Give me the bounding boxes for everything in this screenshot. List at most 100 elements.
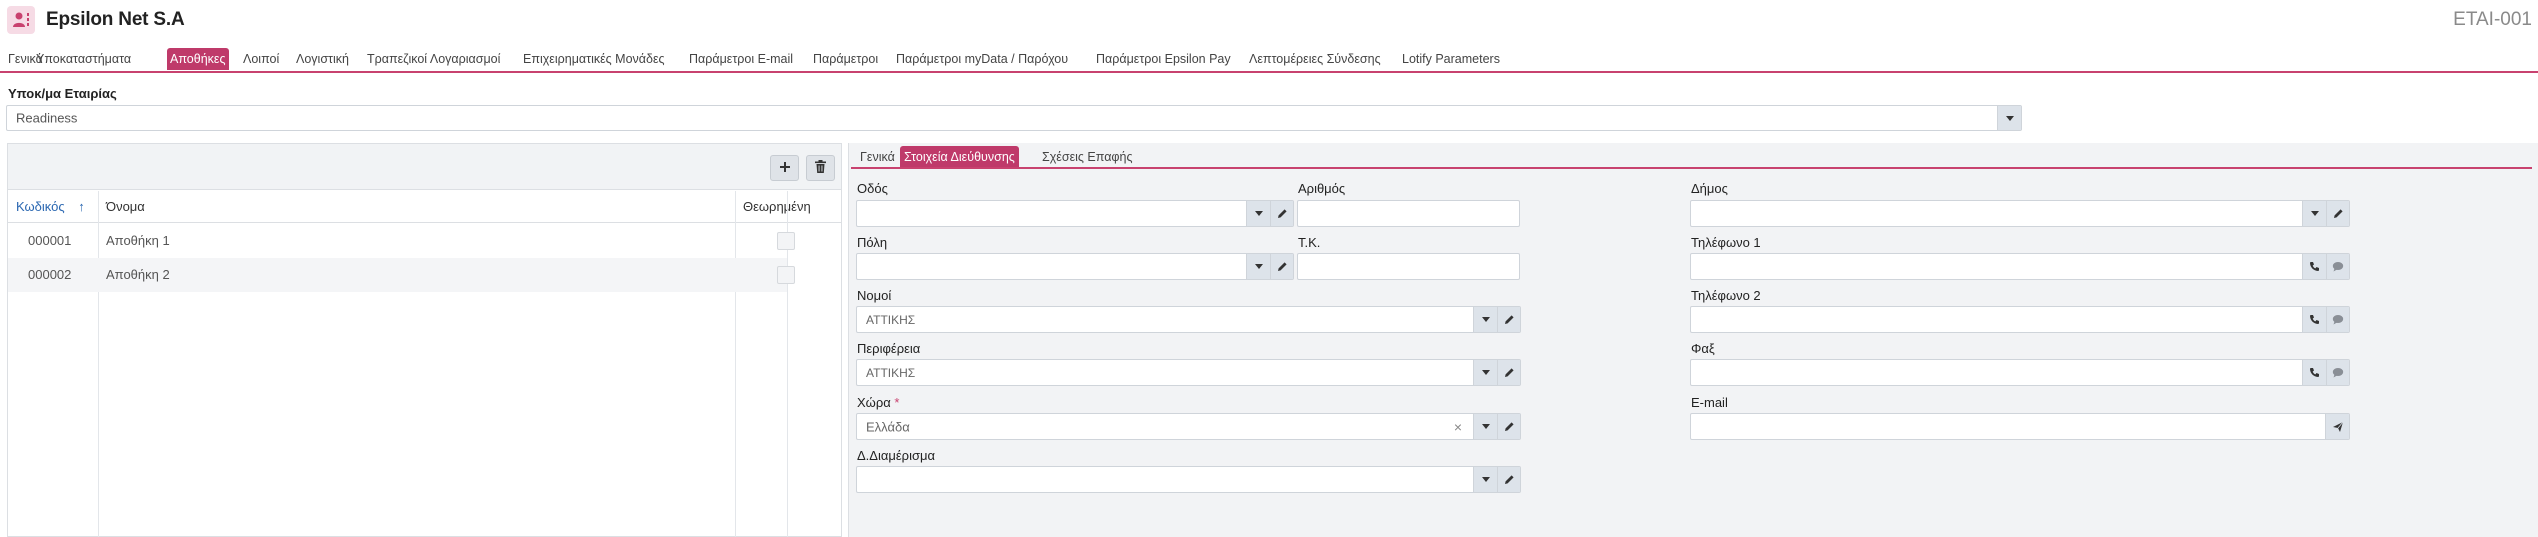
country-buttons [1473,414,1520,439]
prefecture-buttons [1473,307,1520,332]
postal-code-field[interactable] [1297,253,1520,280]
grid-header: Κωδικός ↑ Όνομα Θεωρημένη [8,191,841,223]
pencil-icon[interactable] [1270,254,1293,279]
district-buttons [1473,467,1520,492]
number-label: Αριθμός [1298,181,1346,196]
certified-checkbox[interactable] [777,232,795,250]
tab-other[interactable]: Λοιποί [240,48,282,70]
tab-email-params[interactable]: Παράμετροι E-mail [686,48,796,70]
region-field[interactable]: ΑΤΤΙΚΗΣ [856,359,1521,386]
municipality-label: Δήμος [1691,181,1728,196]
column-header-code[interactable]: Κωδικός ↑ [16,191,96,223]
chevron-down-icon[interactable] [1474,467,1497,492]
company-field-label: Υποκ/μα Εταιρίας [8,86,117,101]
street-field[interactable] [856,200,1294,227]
column-header-certified[interactable]: Θεωρημένη [743,191,811,223]
certified-checkbox[interactable] [777,266,795,284]
subtab-general[interactable]: Γενικά [856,146,899,168]
number-field[interactable] [1297,200,1520,227]
subtab-address[interactable]: Στοιχεία Διεύθυνσης [900,146,1019,168]
region-label: Περιφέρεια [857,341,921,356]
fax-buttons [2302,360,2349,385]
phone2-field[interactable] [1690,306,2350,333]
phone2-buttons [2302,307,2349,332]
pencil-icon[interactable] [1497,307,1520,332]
street-label: Οδός [857,181,888,196]
pencil-icon[interactable] [1497,414,1520,439]
main-tab-bar: Γενικά Υποκαταστήματα Αποθήκες Λοιποί Λο… [0,48,2538,72]
phone-icon[interactable] [2303,254,2326,279]
pencil-icon[interactable] [2326,201,2349,226]
chat-icon[interactable] [2326,307,2349,332]
phone2-label: Τηλέφωνο 2 [1691,288,1761,303]
pencil-icon[interactable] [1497,360,1520,385]
phone1-buttons [2302,254,2349,279]
tab-connection-details[interactable]: Λεπτομέρειες Σύνδεσης [1246,48,1384,70]
tab-epsilon-pay-params[interactable]: Παράμετροι Epsilon Pay [1093,48,1234,70]
fax-field[interactable] [1690,359,2350,386]
municipality-field[interactable] [1690,200,2350,227]
column-header-name[interactable]: Όνομα [106,191,145,223]
table-row[interactable]: 000001 Αποθήκη 1 [8,224,795,258]
page-title: Epsilon Net S.A [46,9,185,30]
add-button[interactable] [770,155,799,181]
cell-name: Αποθήκη 2 [106,267,170,282]
subtab-contacts[interactable]: Σχέσεις Επαφής [1038,146,1137,168]
company-select[interactable]: Readiness [6,105,2022,131]
table-row[interactable]: 000002 Αποθήκη 2 [8,258,795,292]
email-field[interactable] [1690,413,2350,440]
warehouse-grid-panel: Κωδικός ↑ Όνομα Θεωρημένη 000001 Αποθήκη… [7,143,842,537]
pencil-icon[interactable] [1497,467,1520,492]
pencil-icon[interactable] [1270,201,1293,226]
chat-icon[interactable] [2326,254,2349,279]
tab-business-units[interactable]: Επιχειρηματικές Μονάδες [520,48,668,70]
tab-lotify-params[interactable]: Lotify Parameters [1399,48,1503,70]
city-label: Πόλη [857,235,888,250]
district-field[interactable] [856,466,1521,493]
clear-icon[interactable]: × [1454,419,1462,435]
form-code: ETAI-001 [2453,9,2532,30]
tab-parameters[interactable]: Παράμετροι [810,48,881,70]
chevron-down-icon[interactable] [1474,414,1497,439]
country-field[interactable]: Ελλάδα × [856,413,1521,440]
region-value: ΑΤΤΙΚΗΣ [866,365,916,380]
cell-code: 000001 [28,233,72,248]
city-field[interactable] [856,253,1294,280]
prefecture-value: ΑΤΤΙΚΗΣ [866,312,916,327]
chevron-down-icon[interactable] [1997,106,2021,130]
email-label: E-mail [1691,395,1728,410]
cell-name: Αποθήκη 1 [106,233,170,248]
company-select-value: Readiness [16,110,78,126]
chevron-down-icon[interactable] [1247,254,1270,279]
city-buttons [1246,254,1293,279]
tab-accounting[interactable]: Λογιστική [293,48,352,70]
chevron-down-icon[interactable] [1474,360,1497,385]
phone1-field[interactable] [1690,253,2350,280]
tab-mydata-params[interactable]: Παράμετροι myData / Παρόχου [893,48,1071,70]
chevron-down-icon[interactable] [2303,201,2326,226]
required-mark: * [894,395,900,410]
chevron-down-icon[interactable] [1247,201,1270,226]
fax-label: Φαξ [1691,341,1715,356]
district-label: Δ.Διαμέρισμα [857,448,935,463]
tab-warehouses[interactable]: Αποθήκες [167,48,229,70]
tab-underline [0,71,2538,73]
chevron-down-icon[interactable] [1474,307,1497,332]
chat-icon[interactable] [2326,360,2349,385]
phone1-label: Τηλέφωνο 1 [1691,235,1761,250]
send-icon[interactable] [2326,414,2349,439]
country-value: Ελλάδα [866,419,910,434]
subtab-underline [851,167,2532,169]
street-buttons [1246,201,1293,226]
phone-icon[interactable] [2303,360,2326,385]
trash-icon [815,160,826,176]
prefecture-field[interactable]: ΑΤΤΙΚΗΣ [856,306,1521,333]
sort-asc-icon: ↑ [78,199,85,214]
region-buttons [1473,360,1520,385]
delete-button[interactable] [806,155,835,181]
country-label: Χώρα * [857,395,900,410]
tab-branches[interactable]: Υποκαταστήματα [33,48,134,70]
cell-code: 000002 [28,267,72,282]
phone-icon[interactable] [2303,307,2326,332]
tab-bank-accounts[interactable]: Τραπεζικοί Λογαριασμοί [364,48,503,70]
